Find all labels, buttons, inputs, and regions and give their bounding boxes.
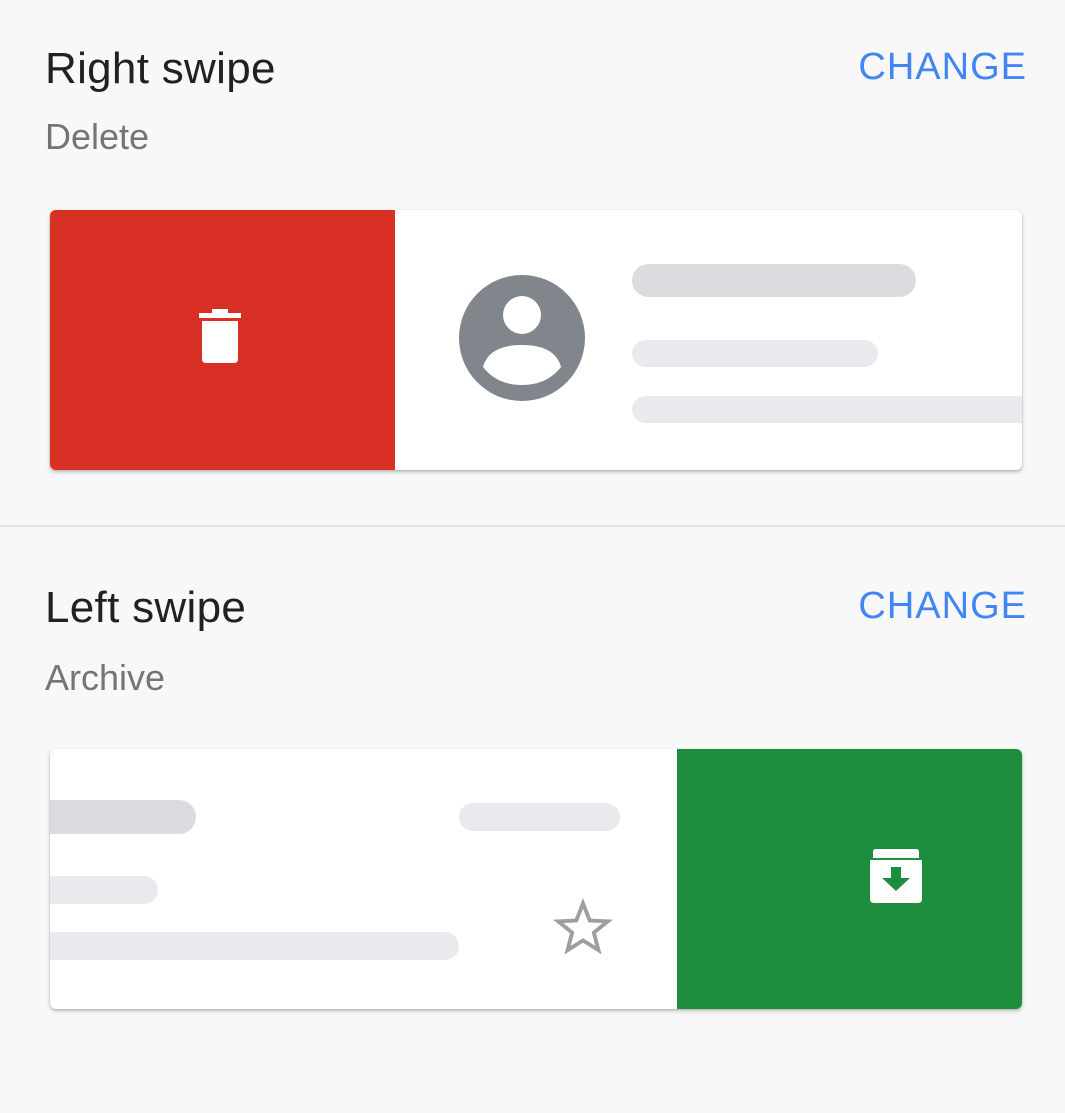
placeholder-line: [50, 932, 459, 960]
right-swipe-action-label: Delete: [45, 116, 150, 157]
left-swipe-preview: [50, 749, 1022, 1009]
placeholder-line: [50, 876, 158, 904]
right-swipe-section: Right swipe Delete CHANGE: [0, 0, 1065, 525]
avatar-icon: [459, 275, 585, 401]
star-icon: [552, 897, 614, 959]
left-swipe-title: Left swipe: [45, 583, 247, 632]
placeholder-line: [50, 800, 196, 834]
placeholder-line: [632, 340, 878, 367]
archive-action-panel: [677, 749, 1022, 1009]
delete-action-panel: [50, 210, 395, 470]
placeholder-line: [632, 396, 1022, 423]
right-swipe-preview: [50, 210, 1022, 470]
right-swipe-change-button[interactable]: CHANGE: [858, 46, 1027, 89]
bottom-area: [0, 1066, 1065, 1113]
placeholder-line: [459, 803, 620, 831]
placeholder-line: [632, 264, 916, 297]
archive-icon: [868, 849, 924, 905]
right-swipe-title: Right swipe: [45, 44, 276, 93]
left-swipe-change-button[interactable]: CHANGE: [858, 585, 1027, 628]
left-swipe-section: Left swipe Archive CHANGE: [0, 527, 1065, 1067]
trash-icon: [198, 309, 241, 365]
left-swipe-action-label: Archive: [45, 657, 166, 698]
